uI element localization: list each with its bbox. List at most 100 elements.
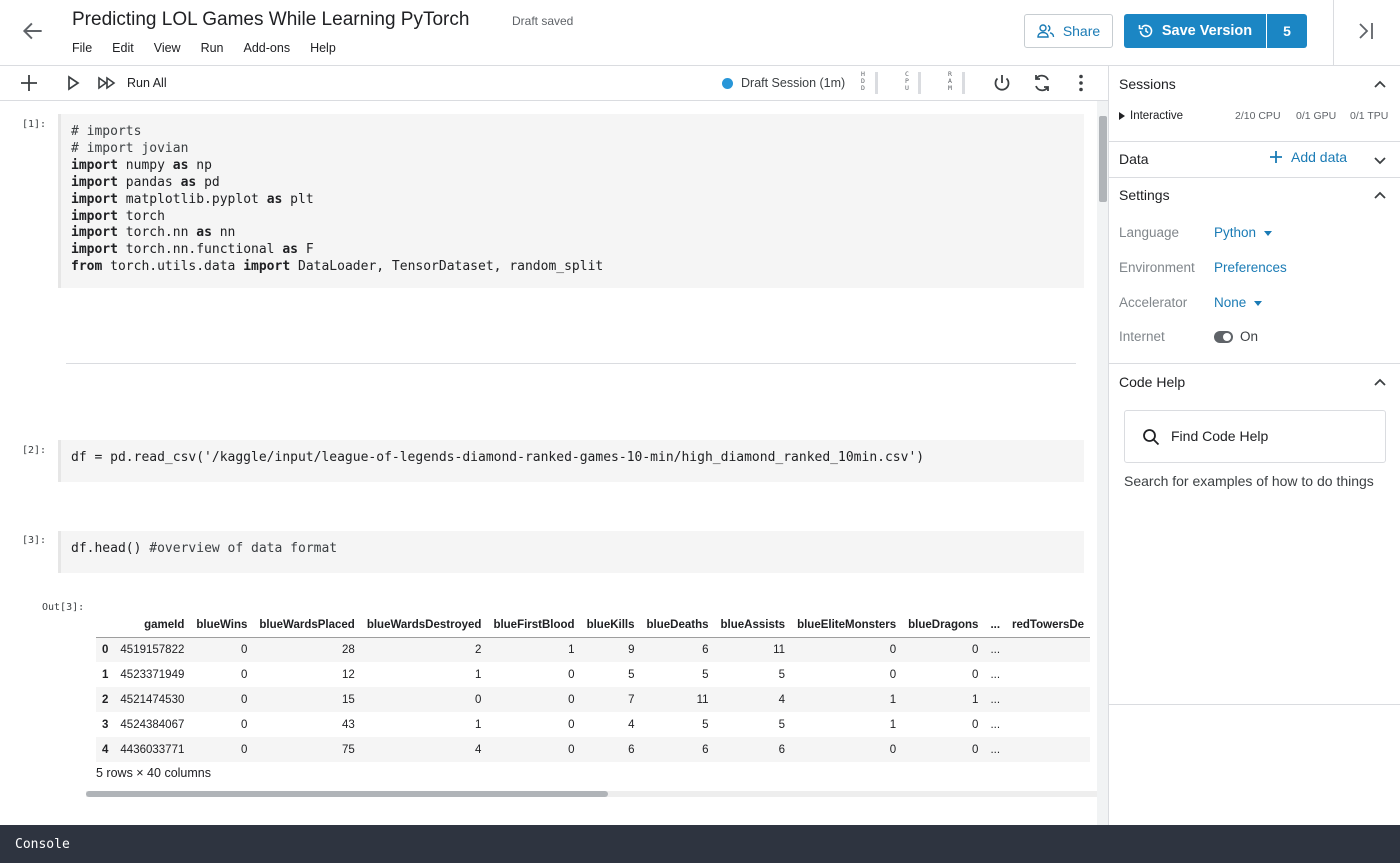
data-title[interactable]: Data	[1119, 151, 1149, 167]
table-cell: 0	[902, 737, 985, 762]
notebook-vertical-scrollbar[interactable]	[1097, 101, 1108, 825]
menu-edit[interactable]: Edit	[112, 41, 134, 55]
table-cell: 28	[253, 637, 361, 662]
cell-label: [3]:	[22, 535, 47, 546]
divider	[1109, 177, 1400, 178]
environment-link[interactable]: Preferences	[1214, 260, 1287, 275]
internet-label: Internet	[1119, 329, 1165, 344]
chevron-up-icon[interactable]	[1372, 375, 1388, 391]
table-cell: 1	[487, 637, 581, 662]
code-line: df.head() #overview of data format	[71, 541, 1074, 558]
table-cell: 0	[190, 737, 254, 762]
code-cell[interactable]: # imports # import jovian import numpy as …	[58, 114, 1084, 288]
table-cell: 4524384067	[120, 718, 185, 731]
hdd-meter-bar	[875, 72, 878, 94]
accelerator-select[interactable]: None	[1214, 295, 1263, 310]
code-line: import numpy as np	[71, 158, 1074, 175]
code-token: nn	[211, 225, 236, 241]
code-token: df.head()	[71, 541, 150, 556]
settings-title[interactable]: Settings	[1119, 187, 1170, 203]
table-cell	[1006, 637, 1091, 662]
version-count-button[interactable]: 5	[1267, 14, 1307, 48]
back-arrow-icon[interactable]	[20, 18, 46, 44]
chevron-up-icon[interactable]	[1372, 188, 1388, 204]
table-cell: 1	[902, 687, 985, 712]
expand-arrow-icon[interactable]	[1119, 112, 1125, 120]
share-button[interactable]: Share	[1024, 14, 1113, 48]
column-header: blueWins	[190, 613, 254, 638]
find-code-help-search[interactable]: Find Code Help	[1124, 410, 1386, 463]
console-label: Console	[15, 837, 70, 852]
row-index: 0	[96, 637, 115, 662]
cpu-meter-label: CPU	[905, 70, 909, 92]
menu-run[interactable]: Run	[201, 41, 224, 55]
menu-addons[interactable]: Add-ons	[244, 41, 291, 55]
chevron-up-icon[interactable]	[1372, 77, 1388, 93]
code-token: as	[282, 242, 298, 258]
find-code-help-label: Find Code Help	[1171, 428, 1269, 444]
run-all-icon[interactable]	[96, 72, 118, 94]
table-row: 0 4519157822 0 28 2 1 9 6 11 0 0...	[96, 637, 1091, 662]
menu-view[interactable]: View	[154, 41, 181, 55]
column-header: ...	[984, 613, 1007, 638]
accelerator-value: None	[1214, 295, 1247, 310]
collapse-panel-icon[interactable]	[1355, 20, 1377, 42]
divider	[1109, 704, 1400, 705]
restart-icon[interactable]	[1031, 72, 1053, 94]
table-cell: 15	[253, 687, 361, 712]
row-index: 4	[96, 737, 115, 762]
code-token: np	[188, 157, 212, 173]
more-options-icon[interactable]	[1070, 72, 1092, 94]
code-line: import torch	[71, 209, 1074, 226]
table-cell: 43	[342, 718, 355, 731]
code-token: plt	[282, 191, 314, 207]
caret-down-icon	[1264, 230, 1273, 236]
run-all-button[interactable]: Run All	[127, 76, 167, 90]
column-header: blueKills	[580, 613, 641, 638]
code-cell[interactable]: df = pd.read_csv('/kaggle/input/league-o…	[58, 440, 1084, 482]
code-token: DataLoader, TensorDataset, random_split	[290, 259, 604, 275]
language-select[interactable]: Python	[1214, 225, 1273, 240]
notebook-title[interactable]: Predicting LOL Games While Learning PyTo…	[72, 9, 469, 31]
dataframe-shape: 5 rows × 40 columns	[96, 766, 211, 780]
internet-value: On	[1240, 329, 1259, 344]
table-cell: ...	[984, 687, 1007, 712]
notebook-toolbar: Run All Draft Session (1m) HDD CPU RAM	[0, 66, 1108, 101]
session-name[interactable]: Interactive	[1130, 110, 1183, 122]
table-cell: 0	[791, 637, 903, 662]
chevron-down-icon[interactable]	[1372, 152, 1388, 168]
menu-file[interactable]: File	[72, 41, 92, 55]
code-line: df = pd.read_csv('/kaggle/input/league-o…	[71, 450, 1074, 467]
code-token: # import jovian	[71, 140, 189, 156]
code-token: import	[71, 174, 118, 190]
table-cell: 75	[253, 737, 361, 762]
power-icon[interactable]	[991, 72, 1013, 94]
console-bar[interactable]: Console	[0, 825, 1400, 863]
add-cell-icon[interactable]	[18, 72, 40, 94]
notebook-scroll-thumb[interactable]	[1099, 116, 1107, 202]
table-cell: 0	[190, 687, 254, 712]
save-version-button[interactable]: Save Version	[1124, 14, 1266, 48]
table-cell: 6	[714, 737, 792, 762]
sessions-title[interactable]: Sessions	[1119, 76, 1176, 92]
internet-toggle[interactable]	[1214, 331, 1233, 343]
code-token: torch	[117, 208, 165, 224]
table-cell: 0	[568, 718, 575, 731]
divider	[1109, 141, 1400, 142]
code-token: # imports	[71, 124, 142, 139]
code-help-title[interactable]: Code Help	[1119, 374, 1185, 390]
code-cell[interactable]: df.head() #overview of data format	[58, 531, 1084, 573]
add-data-button[interactable]: Add data	[1269, 149, 1347, 165]
column-header: blueFirstBlood	[487, 613, 581, 638]
run-cell-icon[interactable]	[62, 72, 84, 94]
history-icon	[1138, 24, 1153, 38]
top-header: Predicting LOL Games While Learning PyTo…	[0, 0, 1400, 66]
output-scroll-thumb[interactable]	[86, 791, 608, 797]
code-line: import matplotlib.pyplot as plt	[71, 192, 1074, 209]
table-row: 3 4524384067 0 43 1 0 4 5 5 1 0...	[96, 712, 1090, 737]
notebook-area: [1]: # imports # import jovian import nump…	[0, 101, 1097, 825]
menu-help[interactable]: Help	[310, 41, 336, 55]
table-cell	[1006, 712, 1090, 737]
session-status[interactable]: Draft Session (1m)	[741, 76, 845, 90]
table-cell: ...	[984, 637, 1007, 662]
